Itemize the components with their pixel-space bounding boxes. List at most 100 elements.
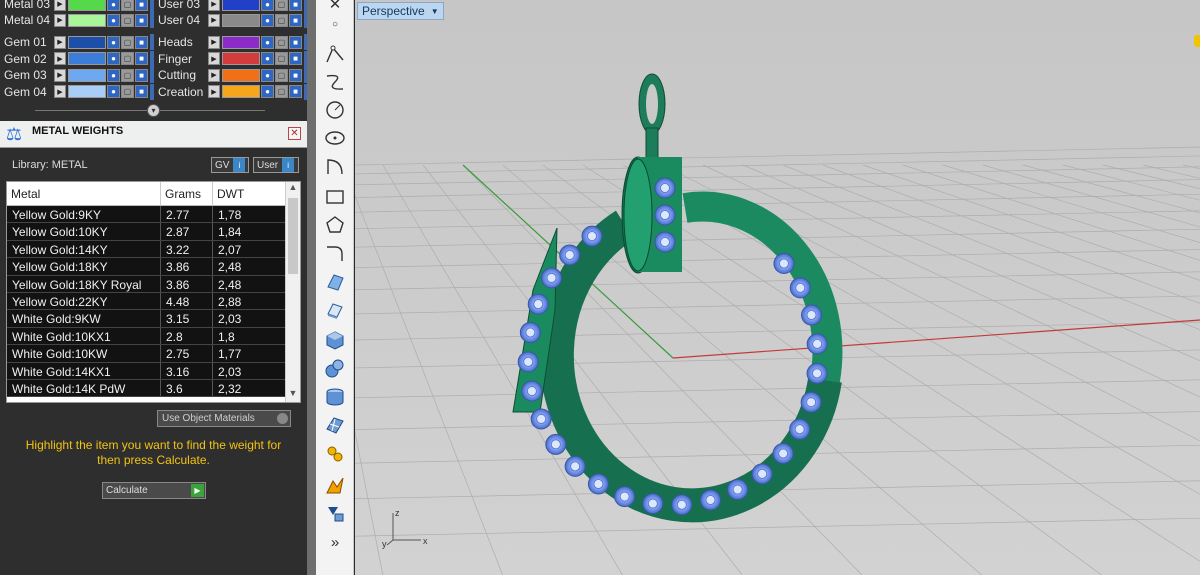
table-scrollbar[interactable]: ▲ ▼ [285, 182, 300, 402]
print-icon[interactable]: ■ [289, 0, 302, 11]
table-row[interactable]: White Gold:10KW 2.75 1,77 [7, 345, 287, 363]
use-object-materials-option[interactable]: Use Object Materials [157, 410, 291, 427]
layer-row[interactable]: User 04 ▶ ● ▢ ■ [154, 12, 308, 28]
print-icon[interactable]: ■ [135, 52, 148, 66]
lock-icon[interactable]: ▢ [121, 35, 134, 49]
scroll-thumb[interactable] [288, 198, 298, 274]
layer-color-swatch[interactable] [222, 52, 260, 66]
print-icon[interactable]: ■ [135, 68, 148, 82]
layer-color-swatch[interactable] [222, 68, 260, 82]
layer-row[interactable]: Heads ▶ ● ▢ ■ [154, 34, 308, 50]
mesh-icon[interactable] [321, 413, 349, 437]
play-icon[interactable]: ▶ [54, 85, 66, 99]
layer-color-swatch[interactable] [68, 85, 106, 99]
gv-button[interactable]: GV i [211, 157, 249, 173]
lock-icon[interactable]: ▢ [275, 52, 288, 66]
lightbulb-icon[interactable]: ● [107, 52, 120, 66]
layer-row[interactable]: User 03 ▶ ● ▢ ■ [154, 0, 308, 12]
layer-row[interactable]: Finger ▶ ● ▢ ■ [154, 50, 308, 67]
layer-row[interactable]: Gem 02 ▶ ● ▢ ■ [0, 50, 154, 67]
analyze-icon[interactable] [321, 501, 349, 525]
layer-color-swatch[interactable] [68, 0, 106, 11]
play-icon[interactable]: ▶ [54, 52, 66, 66]
table-row[interactable]: White Gold:9KW 3.15 2,03 [7, 310, 287, 328]
sphere-icon[interactable] [321, 356, 349, 380]
print-icon[interactable]: ■ [135, 85, 148, 99]
close-icon[interactable]: ✕ [288, 127, 301, 140]
scroll-up-icon[interactable]: ▲ [286, 182, 300, 196]
layer-row[interactable]: Metal 04 ▶ ● ▢ ■ [0, 12, 154, 28]
print-icon[interactable]: ■ [289, 68, 302, 82]
header-dwt[interactable]: DWT [213, 182, 287, 205]
ellipse-icon[interactable] [321, 126, 349, 150]
viewport-tab[interactable]: Perspective ▼ [357, 2, 444, 20]
table-row[interactable]: White Gold:14K PdW 3.6 2,32 [7, 379, 287, 398]
chevron-down-icon[interactable]: ▼ [431, 7, 439, 16]
layer-color-swatch[interactable] [222, 0, 260, 11]
layer-row[interactable]: Gem 01 ▶ ● ▢ ■ [0, 34, 154, 50]
play-icon[interactable]: ▶ [54, 35, 66, 49]
print-icon[interactable]: ■ [289, 52, 302, 66]
surface-icon[interactable] [321, 270, 349, 294]
layer-color-swatch[interactable] [68, 35, 106, 49]
perspective-viewport[interactable]: z x y Perspective ▼ [355, 0, 1200, 575]
collapse-icon[interactable]: ▾ [147, 104, 160, 117]
lightbulb-icon[interactable]: ● [107, 0, 120, 11]
lightbulb-icon[interactable]: ● [107, 35, 120, 49]
lightbulb-icon[interactable]: ● [261, 35, 274, 49]
lock-icon[interactable]: ▢ [275, 85, 288, 99]
extrude-icon[interactable] [321, 298, 349, 322]
play-icon[interactable]: ▶ [54, 0, 66, 11]
lightbulb-icon[interactable]: ● [261, 0, 274, 11]
table-row[interactable]: Yellow Gold:18KY Royal 3.86 2,48 [7, 275, 287, 293]
table-row[interactable]: Yellow Gold:18KY 3.86 2,48 [7, 258, 287, 276]
table-row[interactable]: White Gold:10KX1 2.8 1,8 [7, 327, 287, 346]
calculate-button[interactable]: Calculate ▶ [102, 482, 206, 499]
transform-icon[interactable] [321, 442, 349, 466]
print-icon[interactable]: ■ [135, 35, 148, 49]
table-row[interactable]: White Gold:14KX1 3.16 2,03 [7, 362, 287, 380]
lock-icon[interactable]: ▢ [275, 68, 288, 82]
layer-color-swatch[interactable] [222, 35, 260, 49]
layer-color-swatch[interactable] [222, 85, 260, 99]
header-grams[interactable]: Grams [161, 182, 213, 205]
print-icon[interactable]: ■ [289, 13, 302, 27]
table-row[interactable]: Yellow Gold:10KY 2.87 1,84 [7, 223, 287, 241]
lightbulb-icon[interactable]: ● [107, 68, 120, 82]
lightbulb-icon[interactable]: ● [261, 68, 274, 82]
toggle-icon[interactable] [277, 413, 288, 424]
lightbulb-icon[interactable]: ● [261, 52, 274, 66]
play-icon[interactable]: ▶ [208, 35, 220, 49]
lightbulb-icon[interactable]: ● [261, 85, 274, 99]
layer-color-swatch[interactable] [222, 13, 260, 27]
print-icon[interactable]: ■ [135, 0, 148, 11]
play-icon[interactable]: ▶ [54, 68, 66, 82]
play-icon[interactable]: ▶ [208, 85, 220, 99]
layer-row[interactable]: Metal 03 ▶ ● ▢ ■ [0, 0, 154, 12]
lock-icon[interactable]: ▢ [121, 52, 134, 66]
lock-icon[interactable]: ▢ [121, 13, 134, 27]
print-icon[interactable]: ■ [135, 13, 148, 27]
lock-icon[interactable]: ▢ [121, 85, 134, 99]
play-icon[interactable]: ▶ [208, 13, 220, 27]
layer-color-swatch[interactable] [68, 13, 106, 27]
print-icon[interactable]: ■ [289, 35, 302, 49]
arc-icon[interactable] [321, 155, 349, 179]
layer-row[interactable]: Cutting ▶ ● ▢ ■ [154, 67, 308, 84]
rectangle-icon[interactable] [321, 185, 349, 209]
curve-icon[interactable] [321, 70, 349, 94]
play-icon[interactable]: ▶ [208, 52, 220, 66]
lock-icon[interactable]: ▢ [275, 0, 288, 11]
table-row[interactable]: Yellow Gold:9KY 2.77 1,78 [7, 206, 287, 224]
point-icon[interactable]: ○ [321, 12, 349, 36]
cylinder-icon[interactable] [321, 385, 349, 409]
polyline-icon[interactable] [321, 42, 349, 66]
layer-color-swatch[interactable] [68, 68, 106, 82]
user-button[interactable]: User i [253, 157, 299, 173]
lightbulb-icon[interactable]: ● [107, 13, 120, 27]
layer-row[interactable]: Creation ▶ ● ▢ ■ [154, 83, 308, 100]
lock-icon[interactable]: ▢ [121, 0, 134, 11]
print-icon[interactable]: ■ [289, 85, 302, 99]
play-icon[interactable]: ▶ [208, 0, 220, 11]
layer-row[interactable]: Gem 04 ▶ ● ▢ ■ [0, 83, 154, 100]
